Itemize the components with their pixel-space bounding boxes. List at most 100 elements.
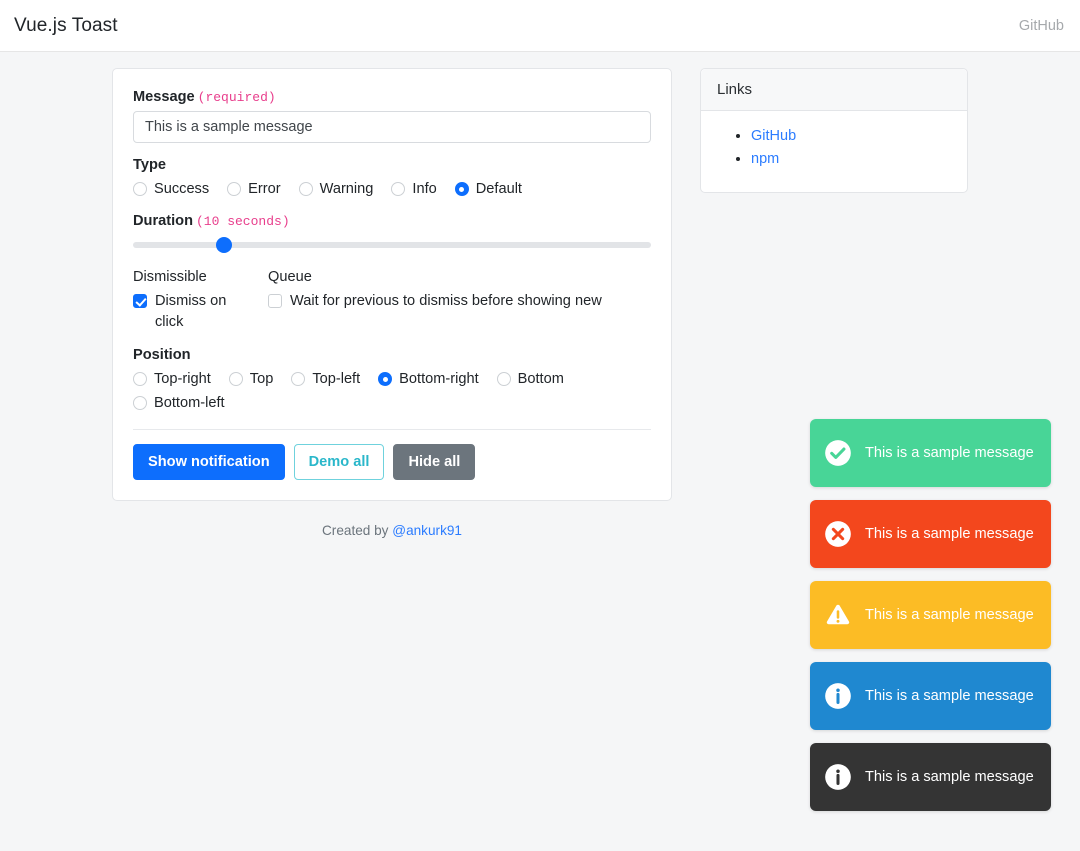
radio-circle-icon bbox=[229, 372, 243, 386]
toast-success-message: This is a sample message bbox=[865, 443, 1034, 463]
type-radio-success[interactable]: Success bbox=[133, 179, 209, 199]
credit-author-link[interactable]: @ankurk91 bbox=[392, 523, 462, 538]
position-group: Position Top-right Top Top-left bbox=[133, 347, 651, 413]
position-radio-row: Top-right Top Top-left Bottom-right bbox=[133, 369, 651, 413]
action-button-row: Show notification Demo all Hide all bbox=[133, 444, 651, 480]
type-radio-default-label: Default bbox=[476, 179, 522, 199]
toast-stack: This is a sample message This is a sampl… bbox=[810, 419, 1051, 811]
duration-label-text: Duration bbox=[133, 213, 193, 229]
toast-error[interactable]: This is a sample message bbox=[810, 500, 1051, 568]
radio-circle-selected-icon bbox=[378, 372, 392, 386]
hide-all-button[interactable]: Hide all bbox=[393, 444, 475, 480]
radio-circle-icon bbox=[133, 372, 147, 386]
type-radio-warning[interactable]: Warning bbox=[299, 179, 374, 199]
radio-circle-icon bbox=[299, 182, 313, 196]
position-radio-top-right-label: Top-right bbox=[154, 369, 211, 389]
check-columns: Dismissible Dismiss on click Queue Wait … bbox=[133, 269, 651, 333]
radio-circle-icon bbox=[391, 182, 405, 196]
demo-all-button[interactable]: Demo all bbox=[294, 444, 385, 480]
github-nav-link[interactable]: GitHub bbox=[1019, 18, 1064, 34]
times-circle-icon bbox=[824, 520, 852, 548]
duration-label: Duration(10 seconds) bbox=[133, 213, 651, 229]
toast-default-message: This is a sample message bbox=[865, 767, 1034, 787]
links-github[interactable]: GitHub bbox=[751, 128, 796, 144]
show-notification-button[interactable]: Show notification bbox=[133, 444, 285, 480]
check-circle-icon bbox=[824, 439, 852, 467]
position-radio-bottom[interactable]: Bottom bbox=[497, 369, 564, 389]
toast-default[interactable]: This is a sample message bbox=[810, 743, 1051, 811]
links-card-title: Links bbox=[701, 69, 967, 111]
type-label: Type bbox=[133, 157, 651, 173]
info-circle-icon bbox=[824, 682, 852, 710]
links-npm[interactable]: npm bbox=[751, 151, 779, 167]
type-radio-info[interactable]: Info bbox=[391, 179, 436, 199]
message-label: Message(required) bbox=[133, 89, 651, 105]
position-radio-bottom-right-label: Bottom-right bbox=[399, 369, 478, 389]
toast-warning[interactable]: This is a sample message bbox=[810, 581, 1051, 649]
page-title: Vue.js Toast bbox=[14, 15, 118, 37]
position-radio-top-label: Top bbox=[250, 369, 274, 389]
position-radio-bottom-left[interactable]: Bottom-left bbox=[133, 393, 225, 413]
settings-card: Message(required) Type Success E bbox=[112, 68, 672, 501]
queue-column: Queue Wait for previous to dismiss befor… bbox=[268, 269, 651, 333]
type-radio-info-label: Info bbox=[412, 179, 436, 199]
warning-triangle-icon bbox=[824, 601, 852, 629]
list-item: GitHub bbox=[751, 125, 951, 147]
links-card: Links GitHub npm bbox=[700, 68, 968, 193]
slider-track bbox=[133, 242, 651, 248]
queue-wait-label: Wait for previous to dismiss before show… bbox=[290, 291, 602, 312]
message-label-text: Message bbox=[133, 89, 195, 105]
queue-wait-checkbox-item[interactable]: Wait for previous to dismiss before show… bbox=[268, 291, 651, 312]
duration-value-hint: (10 seconds) bbox=[196, 214, 290, 229]
position-radio-top-right[interactable]: Top-right bbox=[133, 369, 211, 389]
type-radio-error[interactable]: Error bbox=[227, 179, 280, 199]
list-item: npm bbox=[751, 148, 951, 170]
radio-circle-icon bbox=[497, 372, 511, 386]
credit-prefix: Created by bbox=[322, 523, 392, 538]
type-radio-success-label: Success bbox=[154, 179, 209, 199]
toast-warning-message: This is a sample message bbox=[865, 605, 1034, 625]
toast-info[interactable]: This is a sample message bbox=[810, 662, 1051, 730]
radio-circle-icon bbox=[133, 396, 147, 410]
toast-success[interactable]: This is a sample message bbox=[810, 419, 1051, 487]
dismissible-label: Dismissible bbox=[133, 269, 268, 285]
links-column: Links GitHub npm bbox=[700, 68, 968, 193]
info-circle-icon bbox=[824, 763, 852, 791]
position-radio-bottom-label: Bottom bbox=[518, 369, 564, 389]
links-list: GitHub npm bbox=[717, 125, 951, 171]
position-radio-top-left[interactable]: Top-left bbox=[291, 369, 360, 389]
position-radio-top-left-label: Top-left bbox=[312, 369, 360, 389]
toast-info-message: This is a sample message bbox=[865, 686, 1034, 706]
position-radio-bottom-right[interactable]: Bottom-right bbox=[378, 369, 478, 389]
radio-circle-icon bbox=[227, 182, 241, 196]
dismissible-queue-group: Dismissible Dismiss on click Queue Wait … bbox=[133, 269, 651, 333]
type-group: Type Success Error Warning bbox=[133, 157, 651, 199]
duration-group: Duration(10 seconds) bbox=[133, 213, 651, 255]
position-radio-top[interactable]: Top bbox=[229, 369, 274, 389]
type-radio-error-label: Error bbox=[248, 179, 280, 199]
radio-circle-icon bbox=[291, 372, 305, 386]
dismiss-on-click-checkbox-item[interactable]: Dismiss on click bbox=[133, 291, 268, 333]
credit-footer: Created by @ankurk91 bbox=[112, 523, 672, 538]
position-radio-bottom-left-label: Bottom-left bbox=[154, 393, 225, 413]
dismiss-on-click-label: Dismiss on click bbox=[155, 291, 245, 333]
message-group: Message(required) bbox=[133, 89, 651, 143]
checkbox-checked-icon bbox=[133, 294, 147, 308]
position-label: Position bbox=[133, 347, 651, 363]
divider bbox=[133, 429, 651, 430]
radio-circle-selected-icon bbox=[455, 182, 469, 196]
links-card-body: GitHub npm bbox=[701, 111, 967, 192]
checkbox-icon bbox=[268, 294, 282, 308]
message-required-hint: (required) bbox=[198, 90, 276, 105]
queue-label: Queue bbox=[268, 269, 651, 285]
dismissible-column: Dismissible Dismiss on click bbox=[133, 269, 268, 333]
top-navbar: Vue.js Toast GitHub bbox=[0, 0, 1080, 52]
slider-thumb[interactable] bbox=[216, 237, 232, 253]
toast-error-message: This is a sample message bbox=[865, 524, 1034, 544]
type-radio-warning-label: Warning bbox=[320, 179, 374, 199]
duration-slider[interactable] bbox=[133, 235, 651, 255]
type-radio-row: Success Error Warning Info bbox=[133, 179, 651, 199]
radio-circle-icon bbox=[133, 182, 147, 196]
type-radio-default[interactable]: Default bbox=[455, 179, 522, 199]
message-input[interactable] bbox=[133, 111, 651, 143]
